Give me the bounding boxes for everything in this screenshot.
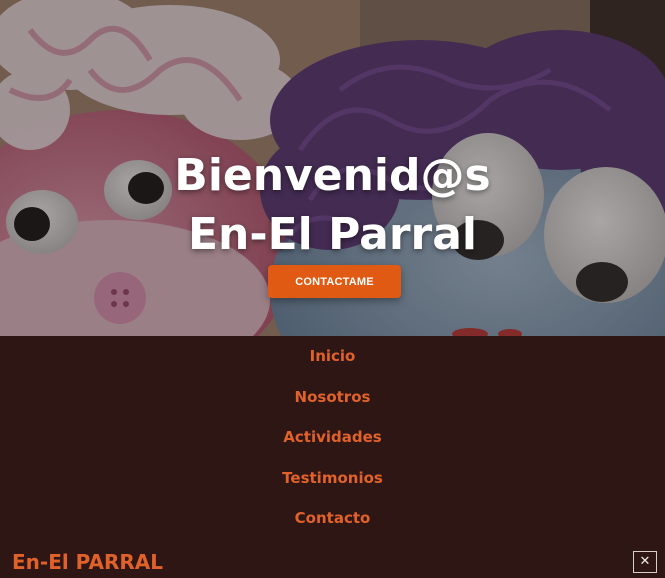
main-menu: Inicio Nosotros Actividades Testimonios …: [0, 336, 665, 578]
contact-button[interactable]: CONTACTAME: [268, 265, 401, 298]
hero-title-line2: En-El Parral: [187, 209, 478, 260]
menu-link-nosotros[interactable]: Nosotros: [295, 388, 371, 406]
menu-item-actividades: Actividades: [0, 428, 665, 447]
hero-section: Bienvenid@s En-El Parral CONTACTAME: [0, 0, 665, 336]
page: Bienvenid@s En-El Parral CONTACTAME Inic…: [0, 0, 665, 578]
menu-item-testimonios: Testimonios: [0, 469, 665, 488]
menu-item-nosotros: Nosotros: [0, 388, 665, 407]
menu-item-contacto: Contacto: [0, 509, 665, 528]
menu-link-inicio[interactable]: Inicio: [310, 347, 356, 365]
brand-logo-text[interactable]: En-El PARRAL: [12, 549, 163, 575]
menu-link-actividades[interactable]: Actividades: [283, 428, 381, 446]
close-icon: ✕: [639, 554, 651, 569]
hero-title-line1: Bienvenid@s: [174, 150, 491, 201]
menu-item-inicio: Inicio: [0, 347, 665, 366]
menu-link-testimonios[interactable]: Testimonios: [282, 469, 383, 487]
menu-link-contacto[interactable]: Contacto: [295, 509, 371, 527]
close-menu-button[interactable]: ✕: [633, 551, 657, 573]
